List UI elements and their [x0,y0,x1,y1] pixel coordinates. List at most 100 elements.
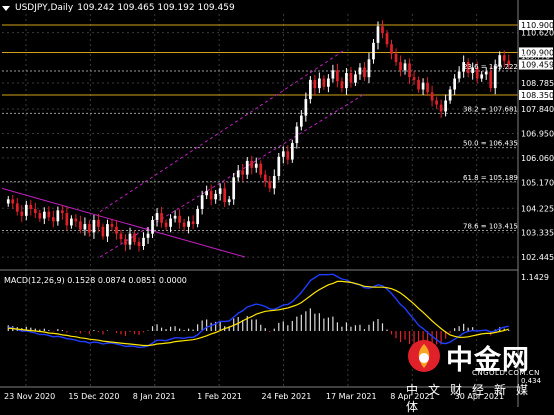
y-tick-label: 108.785 [521,79,554,88]
candle-body [254,163,258,168]
candle-body [106,224,109,237]
candle-body [173,215,177,219]
candle-body [83,224,87,230]
candle-body [38,213,42,219]
candle-body [457,71,461,79]
candle-body [403,63,407,71]
candle-body [322,78,326,87]
candle-body [299,115,303,127]
candle-body [151,219,154,234]
candle-body [61,210,64,214]
x-tick-label: 1 Feb 2021 [197,392,242,401]
candle-body [349,73,353,83]
candle-body [259,163,263,175]
candle-body [263,174,267,182]
candle-body [97,219,100,227]
cngold-logo-icon [408,340,440,372]
candle-body [51,217,55,222]
candle-body [502,55,506,61]
candle-body [448,89,452,101]
candle-body [200,195,204,209]
y-tick-label: 107.840 [521,105,554,114]
y-tick-label: 106.060 [521,154,554,163]
candle-body [250,160,254,168]
candle-body [115,226,118,234]
candle-body [372,42,375,60]
candle-body [290,143,294,160]
candle-body [88,224,91,233]
candle-body [133,233,136,242]
candle-body [453,78,456,90]
candle-body [137,241,141,247]
candle-body [119,233,123,240]
candle-body [354,74,357,83]
candle-body [304,99,308,116]
candle-body [381,26,384,34]
candle-body [484,71,488,75]
candle-body [331,70,335,79]
grid-lines [2,14,518,386]
collapse-triangle-icon[interactable] [2,5,10,11]
level-label: 108.350 [521,91,554,100]
macd-axis-top: 1.1429 [521,273,549,282]
candle-body [417,79,420,90]
level-lines [2,24,518,232]
candle-body [218,188,222,194]
y-tick-label: 103.335 [521,229,554,238]
last-price-label: 109.459 [521,61,554,70]
candle-body [277,156,281,177]
candle-body [74,218,78,222]
candle-body [245,160,249,175]
x-tick-label: 24 Feb 2021 [262,392,312,401]
candle-body [47,211,51,218]
candle-body [178,215,181,223]
candle-body [155,213,159,220]
fib-label: 50.0 = 106.435 [463,140,518,148]
candle-body [489,71,493,89]
candle-body [439,104,443,112]
chart-header: USDJPY,Daily 109.242 109.465 109.192 109… [2,1,235,15]
candle-body [345,73,348,89]
candle-body [79,221,82,230]
candle-body [15,203,19,212]
candle-body [385,33,389,45]
candle-body [286,151,290,160]
y-tick-label: 102.445 [521,253,554,262]
symbol-label: USDJPY,Daily [15,3,74,13]
candle-body [29,204,33,209]
candle-body [124,239,127,245]
candle-body [214,193,218,200]
candle-body [268,181,272,189]
candle-body [142,237,145,247]
candle-body [182,222,186,227]
candle-body [394,53,398,63]
candle-body [295,126,299,144]
candle-body [20,211,24,216]
fib-label: 23.6 = 109.222 [463,63,518,71]
candle-body [164,222,168,227]
fib-label: 61.8 = 105.189 [463,174,518,182]
watermark: 中金网 CNGOLD.COM.CN 中文财经新媒体 [400,336,552,414]
y-tick-label: 104.225 [521,204,554,213]
candle-body [281,151,285,157]
candle-body [187,221,190,227]
candle-body [209,191,213,200]
candle-body [358,67,362,75]
candle-body [33,208,37,214]
y-tick-label: 106.950 [521,129,554,138]
candle-body [70,218,73,226]
candle-body [272,176,276,189]
candle-body [376,26,380,43]
candle-body [110,224,114,227]
candle-body [160,213,163,223]
candle-body [412,77,416,80]
x-tick-label: 15 Dec 2020 [68,392,119,401]
candle-body [408,63,411,78]
watermark-url: CNGOLD.COM.CN [472,369,540,377]
candle-body [56,210,60,222]
candle-body [146,233,150,238]
candle-body [196,208,199,225]
candle-body [444,100,447,112]
candle-body [227,199,231,203]
candle-body [101,226,105,237]
